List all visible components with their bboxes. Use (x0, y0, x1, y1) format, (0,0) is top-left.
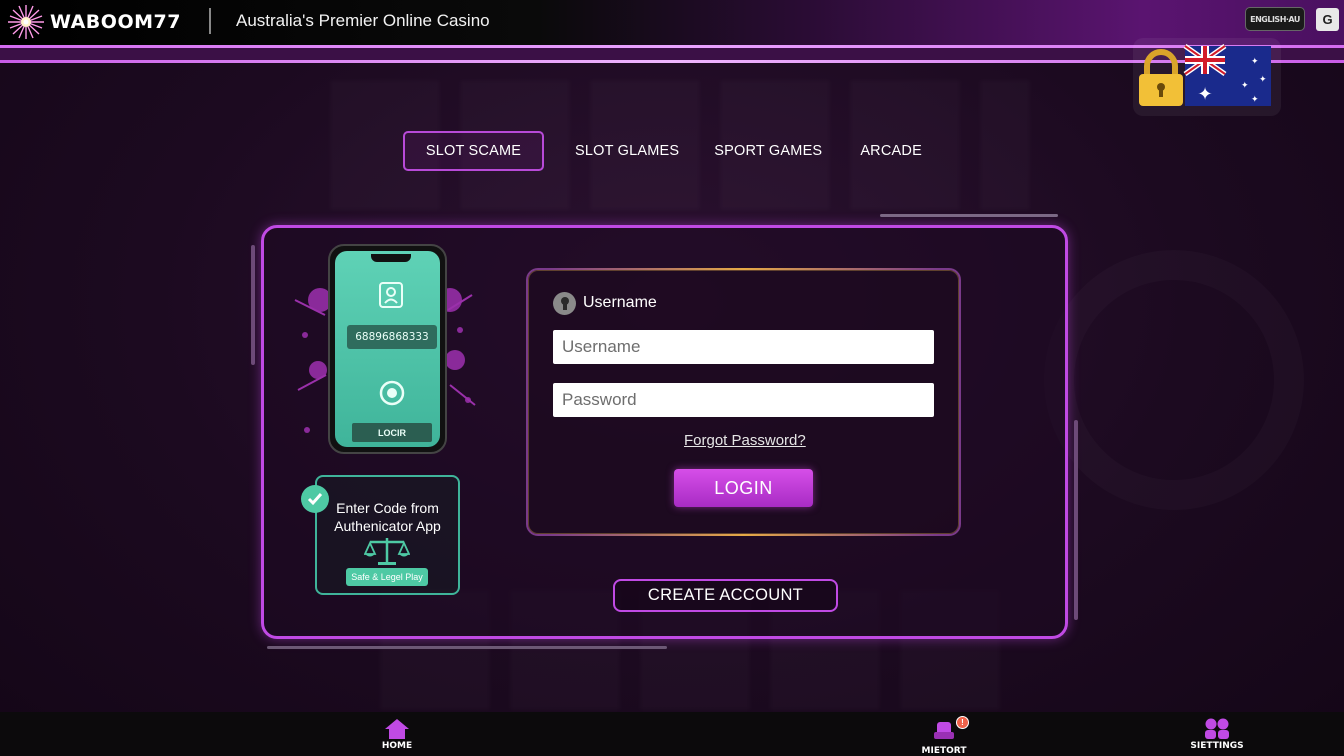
notification-badge: ! (956, 716, 969, 729)
brand-name: WABOOM77 (50, 11, 181, 33)
tab-sport-games[interactable]: SPORT GAMES (714, 131, 822, 171)
nav-home[interactable]: HOME (380, 718, 414, 751)
phone-screen: 68896868333 LOCIR (335, 251, 440, 447)
phone-otp-code: 68896868333 (347, 325, 437, 349)
home-icon (385, 719, 409, 739)
tab-arcade[interactable]: ARCADE (860, 131, 922, 171)
authenticator-line-2: Authenicator App (334, 518, 441, 534)
scales-icon (364, 538, 410, 565)
username-section-label: Username (583, 294, 657, 311)
authenticator-line-1: Enter Code from (336, 500, 439, 516)
game-category-tabs: SLOT SCAME SLOT GLAMES SPORT GAMES ARCAD… (403, 131, 922, 171)
decorative-line (1074, 420, 1078, 620)
translate-icon[interactable]: G (1316, 8, 1339, 31)
nav-settings[interactable]: SIETTINGS (1190, 718, 1244, 751)
login-button[interactable]: LOGIN (674, 469, 813, 507)
translate-glyph: G (1322, 12, 1333, 27)
header-divider (209, 8, 211, 34)
support-icon-wrap: ! (931, 716, 969, 745)
background-chip-decoration (1044, 250, 1304, 510)
site-tagline: Australia's Premier Online Casino (236, 11, 490, 30)
nav-support[interactable]: ! MIETORT (921, 716, 969, 756)
phone-login-button: LOCIR (352, 423, 432, 442)
decorative-line (267, 646, 667, 649)
secure-australia-badge: ✦ ✦ ✦ ✦ ✦ (1133, 38, 1281, 116)
create-account-button[interactable]: CREATE ACCOUNT (613, 579, 838, 612)
username-input[interactable] (553, 330, 934, 364)
password-input[interactable] (553, 383, 934, 417)
svg-text:✦: ✦ (1251, 94, 1259, 104)
nav-settings-label: SIETTINGS (1190, 741, 1244, 751)
decorative-line (880, 214, 1058, 217)
svg-text:✦: ✦ (1251, 56, 1259, 66)
brand-logo[interactable]: WABOOM77 (6, 4, 181, 40)
safe-legal-play-badge: Safe & Legel Play (346, 568, 428, 586)
tab-slot-scame[interactable]: SLOT SCAME (403, 131, 544, 171)
phone-illustration: 68896868333 LOCIR (290, 240, 480, 460)
svg-text:✦: ✦ (1197, 84, 1212, 104)
starburst-icon (8, 5, 44, 39)
nav-home-label: HOME (381, 741, 413, 751)
nav-support-label: MIETORT (921, 746, 967, 756)
authenticator-instructions: Enter Code from Authenicator App (318, 499, 457, 535)
language-selector[interactable]: ENGLISH·AU (1245, 7, 1305, 31)
support-icon (934, 722, 954, 739)
tab-slot-glames[interactable]: SLOT GLAMES (575, 131, 679, 171)
svg-text:✦: ✦ (1241, 80, 1249, 90)
decorative-line (251, 245, 255, 365)
phone-notch (371, 254, 411, 262)
svg-text:✦: ✦ (1259, 74, 1267, 84)
authenticator-app-icon (379, 282, 403, 308)
settings-grid-icon (1205, 718, 1229, 739)
user-icon (553, 292, 576, 315)
lock-flag-icon: ✦ ✦ ✦ ✦ ✦ (1139, 43, 1271, 106)
bottom-navigation: HOME ! MIETORT SIETTINGS (0, 712, 1344, 756)
refresh-icon (379, 380, 405, 406)
forgot-password-link[interactable]: Forgot Password? (684, 432, 806, 449)
phone-frame: 68896868333 LOCIR (328, 244, 447, 454)
